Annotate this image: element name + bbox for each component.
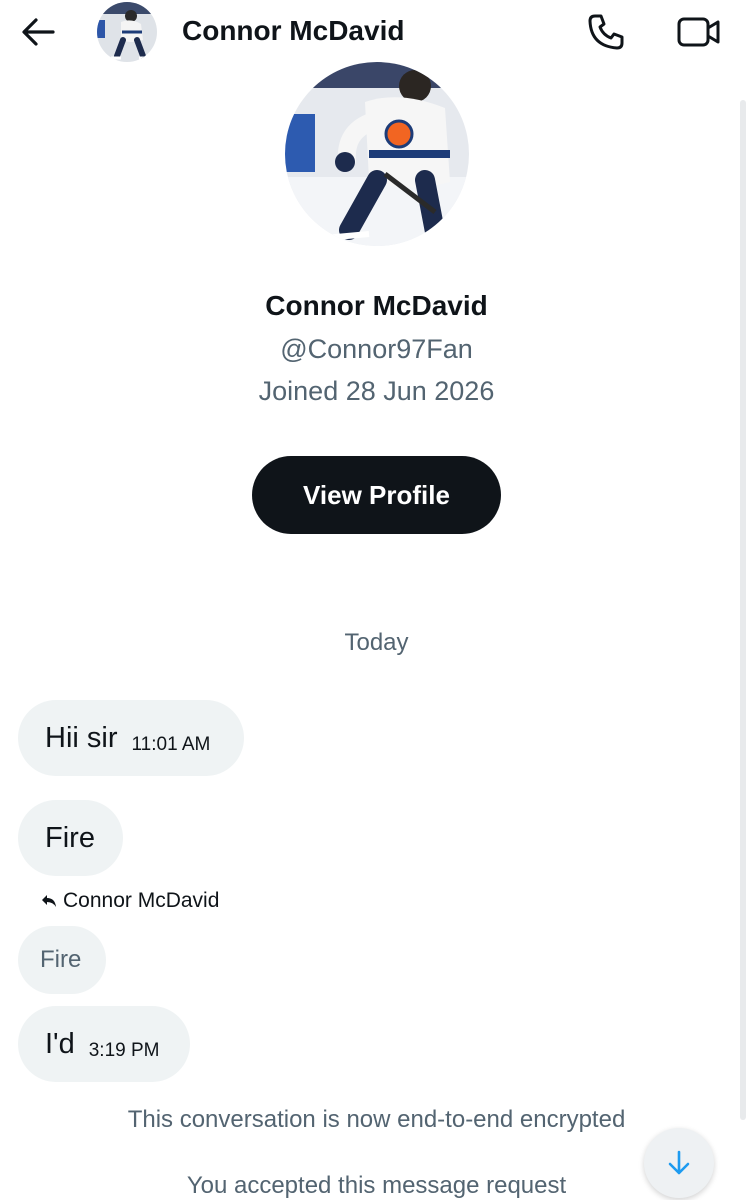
reply-to-name: Connor McDavid [63,889,220,912]
message-bubble[interactable]: Hii sir 11:01 AM [18,700,244,776]
view-profile-button[interactable]: View Profile [252,456,501,534]
profile-handle: @Connor97Fan [280,334,473,364]
phone-icon [588,14,624,50]
video-camera-icon [677,17,720,47]
top-bar: Connor McDavid [0,0,753,62]
profile-photo [285,62,469,246]
profile-name: Connor McDavid [265,290,488,321]
scroll-to-bottom-button[interactable] [644,1128,714,1198]
encryption-notice: This conversation is now end-to-end encr… [127,1106,626,1133]
message-text: Hii sir [45,722,118,754]
reply-arrow-icon [40,892,58,910]
arrow-down-icon [668,1150,690,1175]
avatar-photo [97,2,157,62]
arrow-left-icon [22,18,55,46]
back-button[interactable] [18,12,58,52]
voice-call-button[interactable] [584,10,628,54]
quoted-text: Fire [40,946,82,973]
message-text: Fire [45,822,95,854]
reply-indicator: Connor McDavid [40,888,219,914]
profile-avatar[interactable] [285,62,469,246]
profile-joined-date: Joined 28 Jun 2026 [258,376,495,406]
quoted-message-bubble[interactable]: Fire [18,926,106,994]
request-accepted-notice: You accepted this message request [186,1172,567,1199]
message-bubble[interactable]: I'd 3:19 PM [18,1006,190,1082]
message-bubble[interactable]: Fire [18,800,123,876]
date-separator: Today [344,629,409,656]
message-text: I'd [45,1028,75,1060]
message-time: 3:19 PM [88,1040,160,1061]
video-call-button[interactable] [675,10,723,54]
message-time: 11:01 AM [131,734,211,755]
header-avatar[interactable] [97,2,157,62]
header-title: Connor McDavid [182,15,405,46]
scrollbar[interactable] [740,100,746,1120]
